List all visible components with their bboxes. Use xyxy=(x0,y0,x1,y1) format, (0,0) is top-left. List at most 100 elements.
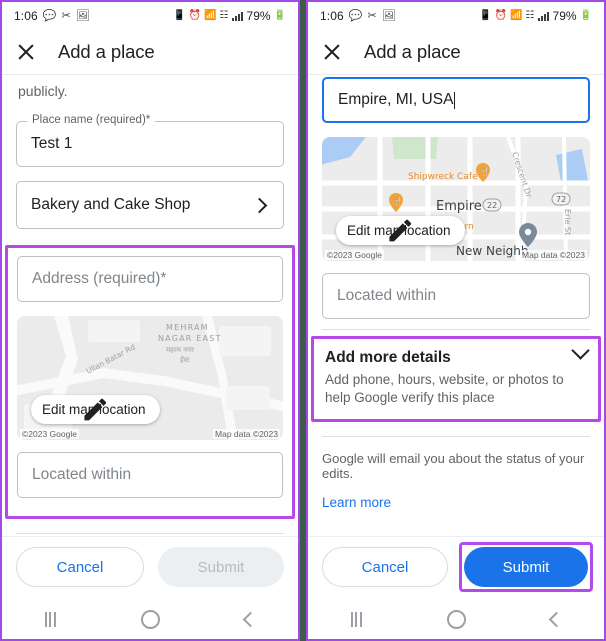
app-bar-left: Add a place xyxy=(2,30,298,74)
located-within-placeholder: Located within xyxy=(337,287,437,304)
add-more-details-row[interactable]: Add more details xyxy=(325,341,590,371)
left-scroll-body[interactable]: publicly. Place name (required)* Test 1 … xyxy=(2,74,298,536)
truncated-disclaimer: publicly. xyxy=(18,83,68,99)
add-more-details-title: Add more details xyxy=(325,349,451,366)
chevron-right-icon xyxy=(251,197,268,213)
located-within-placeholder: Located within xyxy=(32,466,132,483)
signal-bars-icon xyxy=(537,11,549,21)
dual-screenshot-container: 1:06 💬 ✂ 🖼 📱 ⏰ 📶 ☷ 79% 🔋 Add a place pub… xyxy=(0,0,606,641)
cancel-button[interactable]: Cancel xyxy=(322,547,448,587)
edit-pencil-icon xyxy=(84,398,107,421)
system-nav-bar-right xyxy=(308,599,604,639)
wifi-icon: 📶 xyxy=(204,10,217,21)
section-divider-top xyxy=(322,329,590,330)
alarm-icon: ⏰ xyxy=(188,10,202,21)
svg-text:🍴: 🍴 xyxy=(393,196,403,206)
battery-percent: 79% xyxy=(246,9,271,23)
route-shield-22: 22 xyxy=(482,198,502,212)
map-credit-left: ©2023 Google xyxy=(325,250,384,260)
battery-icon: 🔋 xyxy=(579,10,592,21)
located-within-field[interactable]: Located within xyxy=(17,452,283,498)
category-value: Bakery and Cake Shop xyxy=(31,196,191,213)
page-title: Add a place xyxy=(58,41,155,62)
located-within-field[interactable]: Located within xyxy=(322,273,590,319)
chat-bubble-icon: 💬 xyxy=(348,9,363,22)
data-saver-icon: ☷ xyxy=(525,10,535,21)
svg-text:महरम नगर: महरम नगर xyxy=(166,346,194,354)
status-bar-left-group: 1:06 💬 ✂ 🖼 xyxy=(14,9,90,23)
svg-text:Empire: Empire xyxy=(436,199,482,214)
svg-text:MEHRAM: MEHRAM xyxy=(166,323,209,332)
svg-text:72: 72 xyxy=(556,195,566,204)
chevron-down-icon[interactable] xyxy=(571,341,590,360)
close-icon[interactable] xyxy=(322,42,342,62)
submit-button-wrapper: Submit xyxy=(158,547,284,587)
text-caret xyxy=(454,91,456,109)
footer-left: Cancel Submit xyxy=(2,536,298,599)
signal-bars-icon xyxy=(231,11,243,21)
svg-text:New Neighb: New Neighb xyxy=(456,244,529,258)
edit-map-location-button[interactable]: Edit map location xyxy=(336,216,465,245)
vibrate-icon: 📱 xyxy=(173,10,186,21)
map-credit-right: Map data ©2023 xyxy=(213,429,280,439)
home-icon[interactable] xyxy=(140,609,160,629)
home-icon[interactable] xyxy=(446,609,466,629)
submit-button-wrapper: Submit xyxy=(459,542,593,592)
scissors-icon: ✂ xyxy=(367,9,377,22)
svg-text:Erie St: Erie St xyxy=(563,209,572,235)
map-preview-right[interactable]: Shipwreck Cafe Joe's Friendly Tavern 🍴 🍴 xyxy=(322,137,590,261)
close-icon[interactable] xyxy=(16,42,36,62)
cancel-button[interactable]: Cancel xyxy=(16,547,144,587)
add-more-details-highlight[interactable]: Add more details Add phone, hours, websi… xyxy=(311,336,601,423)
status-time: 1:06 xyxy=(14,9,38,23)
alarm-icon: ⏰ xyxy=(494,10,508,21)
status-bar-right-group: 📱 ⏰ 📶 ☷ 79% 🔋 xyxy=(173,9,286,23)
battery-icon: 🔋 xyxy=(273,10,286,21)
image-icon: 🖼 xyxy=(381,9,396,22)
chat-bubble-icon: 💬 xyxy=(42,9,57,22)
battery-percent: 79% xyxy=(552,9,577,23)
vibrate-icon: 📱 xyxy=(479,10,492,21)
edit-pencil-icon xyxy=(389,219,412,242)
map-credit-left: ©2023 Google xyxy=(20,429,79,439)
submit-button[interactable]: Submit xyxy=(464,547,588,587)
address-field[interactable]: Address (required)* xyxy=(17,256,283,302)
svg-text:22: 22 xyxy=(487,201,497,210)
right-screen: 1:06 💬 ✂ 🖼 📱 ⏰ 📶 ☷ 79% 🔋 Add a place Emp… xyxy=(306,0,606,641)
place-name-label: Place name (required)* xyxy=(27,114,156,126)
submit-button: Submit xyxy=(158,547,284,587)
category-chooser[interactable]: Bakery and Cake Shop xyxy=(16,181,284,229)
system-nav-bar-left xyxy=(2,599,298,639)
recents-icon[interactable] xyxy=(350,611,362,627)
status-bar-right: 1:06 💬 ✂ 🖼 📱 ⏰ 📶 ☷ 79% 🔋 xyxy=(308,2,604,30)
add-more-details-subtitle: Add phone, hours, website, or photos to … xyxy=(325,372,564,406)
back-icon[interactable] xyxy=(242,611,258,627)
address-placeholder: Address (required)* xyxy=(32,270,167,287)
app-bar-right: Add a place xyxy=(308,30,604,74)
back-icon[interactable] xyxy=(548,611,564,627)
edit-map-location-button[interactable]: Edit map location xyxy=(31,395,160,424)
page-title: Add a place xyxy=(364,41,461,62)
wifi-icon: 📶 xyxy=(510,10,523,21)
map-preview-left[interactable]: MEHRAM NAGAR EAST महरम नगर ईस्ट Ullan Ba… xyxy=(17,316,283,440)
place-name-value: Test 1 xyxy=(31,135,73,152)
svg-text:NAGAR EAST: NAGAR EAST xyxy=(158,334,222,343)
svg-text:ईस्ट: ईस्ट xyxy=(180,355,190,364)
left-screen: 1:06 💬 ✂ 🖼 📱 ⏰ 📶 ☷ 79% 🔋 Add a place pub… xyxy=(0,0,300,641)
svg-text:Shipwreck Cafe: Shipwreck Cafe xyxy=(408,172,478,182)
learn-more-link[interactable]: Learn more xyxy=(322,495,590,510)
section-divider xyxy=(16,533,284,534)
address-field[interactable]: Empire, MI, USA xyxy=(322,77,590,123)
route-shield-72: 72 xyxy=(551,192,571,206)
status-time: 1:06 xyxy=(320,9,344,23)
image-icon: 🖼 xyxy=(75,9,90,22)
address-section-highlight: Address (required)* MEHRAM NAGAR EAST मह… xyxy=(5,245,295,519)
scissors-icon: ✂ xyxy=(61,9,71,22)
right-scroll-body[interactable]: Empire, MI, USA Shipwreck Cafe 🍴 🍴 Empir… xyxy=(308,74,604,536)
map-credit-right: Map data ©2023 xyxy=(520,250,587,260)
section-divider-bottom xyxy=(322,436,590,438)
place-name-field[interactable]: Place name (required)* Test 1 xyxy=(16,114,284,167)
status-bar-left-group: 1:06 💬 ✂ 🖼 xyxy=(320,9,396,23)
status-bar-right-group: 📱 ⏰ 📶 ☷ 79% 🔋 xyxy=(479,9,592,23)
recents-icon[interactable] xyxy=(44,611,56,627)
